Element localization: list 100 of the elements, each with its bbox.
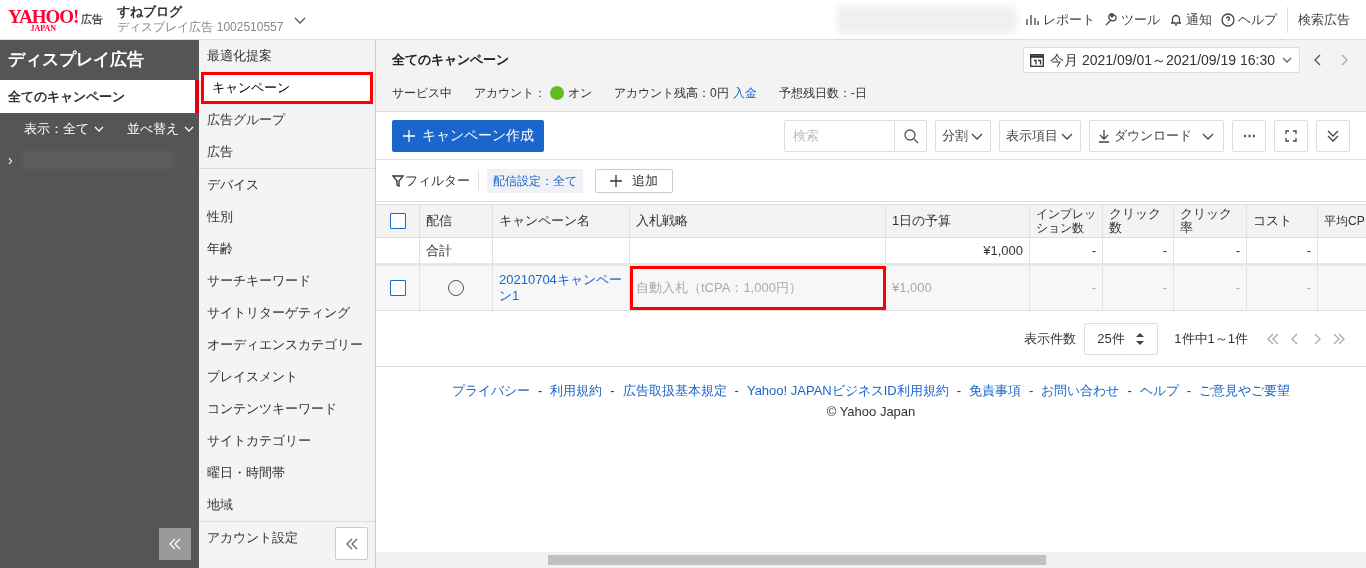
table-cell: 自動入札（tCPA：1,000円） — [630, 266, 886, 310]
pagination-summary: 1件中1～1件 — [1174, 329, 1248, 348]
column-header[interactable]: インプレッション数 — [1036, 207, 1096, 235]
nav-item[interactable]: サイトカテゴリー — [199, 425, 375, 457]
nav-item[interactable]: アカウント設定 — [199, 522, 375, 554]
nav-item[interactable]: デバイス — [199, 169, 375, 201]
create-campaign-button[interactable]: キャンペーン作成 — [392, 119, 544, 152]
search-button[interactable] — [895, 119, 927, 152]
per-page-select[interactable]: 25件 — [1084, 322, 1159, 355]
separator-text: - — [1127, 382, 1132, 400]
search-field[interactable]: 検索 — [784, 119, 895, 152]
filter-icon — [392, 174, 404, 187]
add-filter-button[interactable]: 追加 — [595, 168, 673, 193]
more-button[interactable]: ⋯ — [1232, 119, 1266, 152]
status-label: アカウント： — [474, 85, 546, 102]
table-cell-text: - — [1235, 241, 1240, 260]
checkbox[interactable] — [389, 213, 406, 229]
date-range-picker[interactable]: 今月 2021/09/01～2021/09/19 16:30 — [1023, 47, 1300, 73]
double-chevron-left-icon — [344, 536, 359, 551]
column-header[interactable]: 1日の予算 — [892, 214, 952, 228]
nav-item[interactable]: キャンペーン — [201, 72, 373, 104]
footer-link[interactable]: ご意見やご要望 — [1199, 381, 1291, 401]
separator-text: - — [537, 382, 543, 400]
column-header[interactable]: 平均CP — [1324, 214, 1365, 228]
dropdown-button[interactable]: 分割 — [935, 119, 991, 152]
separator-text: - — [956, 382, 962, 400]
nav-item[interactable]: 性別 — [199, 201, 375, 233]
plus-icon — [402, 128, 416, 143]
account-detail: ディスプレイ広告 1002510557 — [117, 20, 284, 36]
status-text: サービス中 — [392, 85, 452, 102]
column-header[interactable]: クリック率 — [1180, 207, 1240, 235]
status-value: オン — [568, 85, 592, 102]
header-link[interactable]: 検索広告 — [1298, 9, 1350, 30]
dropdown-button[interactable]: 表示：全て — [24, 119, 105, 139]
dropdown-button[interactable]: 並べ替え — [127, 119, 195, 139]
first-page-icon[interactable] — [1266, 331, 1280, 346]
separator-text: - — [1029, 382, 1034, 400]
footer-link[interactable]: プライバシー — [451, 381, 530, 401]
footer-link[interactable]: Yahoo! JAPANビジネスID利用規約 — [746, 381, 949, 401]
sidebar-title: ディスプレイ広告 — [7, 49, 145, 72]
header-link[interactable]: レポート — [1025, 9, 1095, 30]
nav-item[interactable]: 最適化提案 — [199, 40, 375, 72]
checkbox[interactable] — [389, 280, 406, 296]
download-icon — [1098, 128, 1110, 143]
copyright-text: © Yahoo Japan — [826, 402, 916, 421]
fullscreen-button[interactable] — [1274, 119, 1308, 152]
column-header[interactable]: コスト — [1253, 214, 1292, 228]
nav-item[interactable]: サーチキーワード — [199, 265, 375, 297]
logo-suffix: 広告 — [81, 12, 104, 28]
footer-link[interactable]: 広告取扱基本規定 — [622, 381, 727, 401]
table-cell-text: 合計 — [426, 241, 452, 260]
footer-link[interactable]: 免責事項 — [969, 381, 1022, 401]
column-header[interactable]: クリック数 — [1109, 207, 1167, 235]
separator-text: - — [610, 382, 615, 400]
nav-item[interactable]: 広告 — [199, 136, 375, 168]
nav-item[interactable]: 年齢 — [199, 233, 375, 265]
table-cell: - — [1247, 266, 1318, 310]
collapse-button[interactable] — [1316, 119, 1350, 152]
search-icon — [902, 127, 919, 144]
sort-arrows-icon — [1135, 331, 1146, 346]
nav-item[interactable]: コンテンツキーワード — [199, 393, 375, 425]
footer-link[interactable]: 利用規約 — [550, 381, 603, 401]
logo: YAHOO! JAPAN — [8, 6, 79, 33]
nav-item[interactable]: プレイスメント — [199, 361, 375, 393]
header-link[interactable]: ツール — [1103, 9, 1160, 30]
download-button[interactable]: ダウンロード — [1089, 119, 1224, 152]
horizontal-scrollbar[interactable] — [376, 552, 1366, 568]
account-switcher[interactable]: すねブログ ディスプレイ広告 1002510557 — [117, 3, 308, 36]
status-text: 予想残日数：-日 — [778, 85, 867, 102]
status-text: アカウント残高：0円 — [614, 85, 729, 102]
nav-item[interactable]: 広告グループ — [199, 104, 375, 136]
header-link[interactable]: 通知 — [1168, 9, 1212, 30]
column-header[interactable]: 配信 — [426, 214, 452, 228]
collapse-button[interactable] — [159, 528, 191, 560]
account-name: すねブログ — [117, 3, 184, 21]
nav-item[interactable]: サイトリターゲティング — [199, 297, 375, 329]
separator-text: - — [1186, 382, 1192, 400]
header-link[interactable]: ヘルプ — [1220, 9, 1277, 30]
filter-button[interactable]: フィルター — [392, 170, 479, 191]
expand-arrow[interactable]: › — [8, 149, 13, 171]
plus-icon — [610, 174, 622, 187]
column-header[interactable]: 入札戦略 — [636, 214, 688, 228]
table-cell-text: - — [1306, 241, 1311, 260]
deposit-link[interactable]: 入金 — [732, 84, 757, 102]
filter-chip[interactable]: 配信設定：全て — [487, 168, 583, 193]
footer-link[interactable]: お問い合わせ — [1041, 381, 1120, 401]
table-cell-text: ¥1,000 — [983, 241, 1023, 260]
column-header[interactable]: キャンペーン名 — [499, 214, 590, 228]
last-page-icon[interactable] — [1332, 331, 1346, 346]
dropdown-button[interactable]: 表示項目 — [999, 119, 1081, 152]
nav-item[interactable]: 地域 — [199, 489, 375, 521]
table-cell: - — [1103, 266, 1174, 310]
pagination-label: 表示件数 — [1024, 329, 1077, 348]
collapse-button[interactable] — [335, 527, 368, 560]
campaign-link[interactable]: 20210704キャンペーン1 — [499, 272, 623, 304]
separator-text: - — [734, 382, 739, 400]
sidebar-item[interactable]: 全てのキャンペーン — [0, 80, 199, 113]
nav-item[interactable]: オーディエンスカテゴリー — [199, 329, 375, 361]
footer-link[interactable]: ヘルプ — [1139, 381, 1179, 401]
nav-item[interactable]: 曜日・時間帯 — [199, 457, 375, 489]
